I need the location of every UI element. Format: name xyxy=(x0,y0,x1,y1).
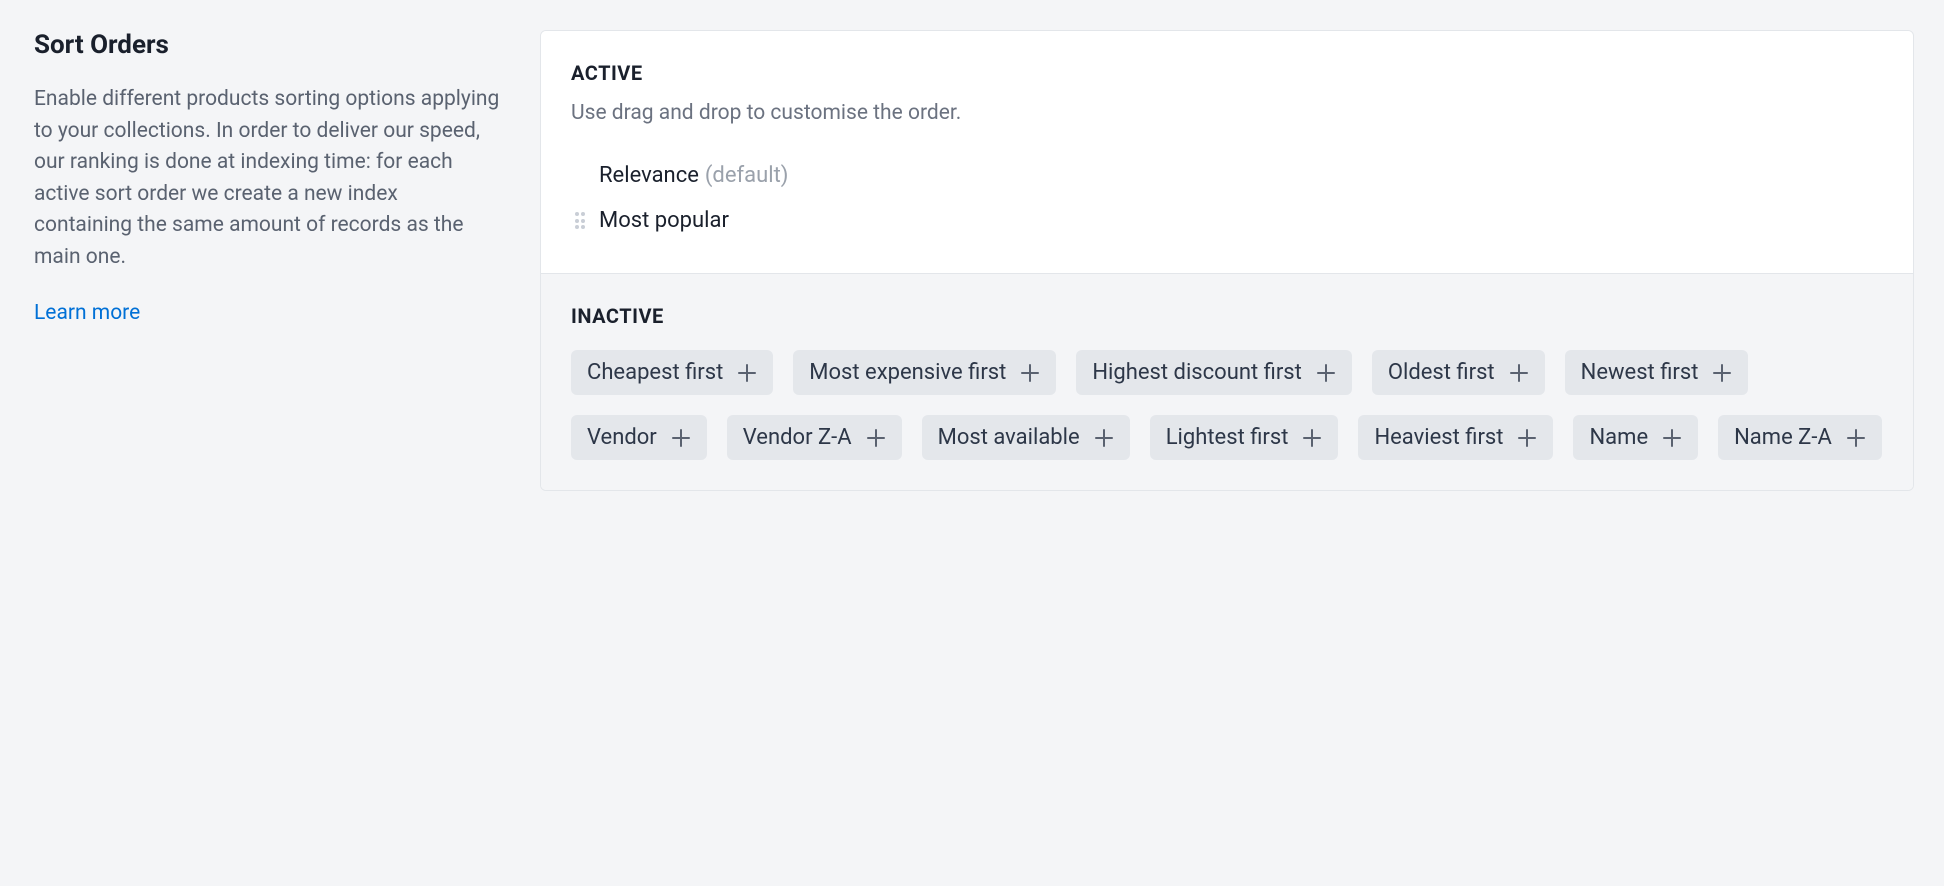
plus-icon xyxy=(671,428,691,448)
inactive-section: INACTIVE Cheapest first Most expensive fi… xyxy=(541,273,1913,490)
sidebar-info: Sort Orders Enable different products so… xyxy=(30,30,500,491)
plus-icon xyxy=(1094,428,1114,448)
chip-label: Newest first xyxy=(1581,360,1699,385)
chip-label: Highest discount first xyxy=(1092,360,1302,385)
inactive-chip[interactable]: Name xyxy=(1573,415,1698,460)
inactive-chip[interactable]: Name Z-A xyxy=(1718,415,1882,460)
plus-icon xyxy=(1020,363,1040,383)
active-item-most-popular[interactable]: Most popular xyxy=(571,198,1883,243)
plus-icon xyxy=(1302,428,1322,448)
inactive-chip[interactable]: Vendor xyxy=(571,415,707,460)
chip-label: Most expensive first xyxy=(809,360,1006,385)
active-section: ACTIVE Use drag and drop to customise th… xyxy=(541,31,1913,273)
plus-icon xyxy=(1517,428,1537,448)
chip-label: Vendor xyxy=(587,425,657,450)
sort-orders-panel: ACTIVE Use drag and drop to customise th… xyxy=(540,30,1914,491)
plus-icon xyxy=(737,363,757,383)
chip-label: Vendor Z-A xyxy=(743,425,852,450)
drag-handle-placeholder xyxy=(571,167,589,185)
inactive-chip[interactable]: Oldest first xyxy=(1372,350,1545,395)
plus-icon xyxy=(1316,363,1336,383)
chip-label: Heaviest first xyxy=(1374,425,1503,450)
active-item-label: Relevance xyxy=(599,163,699,188)
plus-icon xyxy=(1509,363,1529,383)
plus-icon xyxy=(1712,363,1732,383)
active-subtext: Use drag and drop to customise the order… xyxy=(571,101,1883,125)
inactive-chip[interactable]: Most expensive first xyxy=(793,350,1056,395)
inactive-chip[interactable]: Most available xyxy=(922,415,1130,460)
plus-icon xyxy=(1846,428,1866,448)
section-title: Sort Orders xyxy=(34,30,500,60)
chip-label: Name xyxy=(1589,425,1648,450)
inactive-chip[interactable]: Lightest first xyxy=(1150,415,1339,460)
chip-label: Lightest first xyxy=(1166,425,1289,450)
chips-container: Cheapest first Most expensive first Highes… xyxy=(571,350,1883,460)
section-description: Enable different products sorting option… xyxy=(34,84,500,273)
chip-label: Most available xyxy=(938,425,1080,450)
inactive-chip[interactable]: Vendor Z-A xyxy=(727,415,902,460)
inactive-chip[interactable]: Heaviest first xyxy=(1358,415,1553,460)
inactive-heading: INACTIVE xyxy=(571,304,1883,328)
active-item-relevance: Relevance (default) xyxy=(571,153,1883,198)
chip-label: Cheapest first xyxy=(587,360,723,385)
inactive-chip[interactable]: Newest first xyxy=(1565,350,1749,395)
inactive-chip[interactable]: Highest discount first xyxy=(1076,350,1352,395)
plus-icon xyxy=(866,428,886,448)
active-item-label: Most popular xyxy=(599,208,729,233)
default-tag: (default) xyxy=(705,163,789,188)
inactive-chip[interactable]: Cheapest first xyxy=(571,350,773,395)
chip-label: Oldest first xyxy=(1388,360,1495,385)
plus-icon xyxy=(1662,428,1682,448)
learn-more-link[interactable]: Learn more xyxy=(34,301,140,325)
chip-label: Name Z-A xyxy=(1734,425,1832,450)
drag-handle-icon[interactable] xyxy=(571,212,589,230)
active-heading: ACTIVE xyxy=(571,61,1883,85)
